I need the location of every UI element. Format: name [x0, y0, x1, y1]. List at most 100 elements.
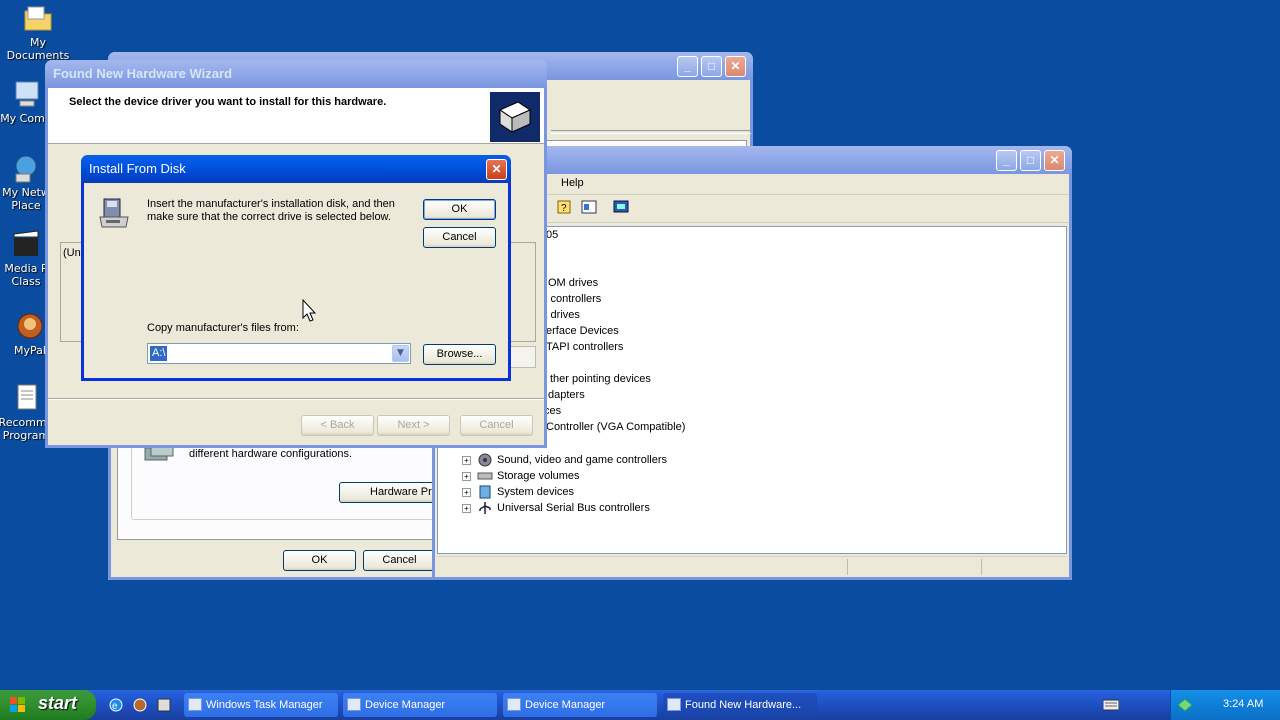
taskbar-button[interactable]: Device Manager: [343, 693, 497, 717]
install-from-disk-dialog: Install From Disk ✕ Insert the manufactu…: [81, 155, 511, 381]
menu-help[interactable]: Help: [561, 177, 584, 189]
path-input[interactable]: A:\: [150, 346, 168, 361]
cancel-button[interactable]: Cancel: [363, 550, 436, 571]
svg-text:e: e: [112, 701, 118, 712]
tree-item-partial[interactable]: k drives: [542, 309, 580, 325]
expand-icon[interactable]: +: [462, 471, 471, 481]
maximize-button[interactable]: □: [701, 56, 722, 77]
tree-item-usb[interactable]: + Universal Serial Bus controllers: [462, 501, 650, 517]
mouse-cursor-icon: [302, 298, 317, 323]
speaker-icon: [477, 453, 493, 467]
close-button[interactable]: ✕: [725, 56, 746, 77]
taskbar-button-label: Device Manager: [525, 699, 606, 711]
tree-item-partial[interactable]: OM drives: [548, 277, 598, 293]
task-manager-icon: [188, 698, 202, 711]
next-button[interactable]: Next >: [377, 415, 450, 436]
copy-from-combobox[interactable]: A:\ ▼: [147, 343, 411, 364]
taskbar: start e Windows Task Manager Device Mana…: [0, 690, 1280, 720]
computer-icon: [10, 78, 42, 110]
network-icon: [10, 152, 42, 184]
keyboard-icon[interactable]: [1102, 699, 1120, 711]
drive-icon: [477, 469, 493, 483]
desktop-icon-my-documents[interactable]: My Documents: [0, 2, 76, 62]
hardware-profiles-text: different hardware configurations.: [189, 448, 353, 460]
properties-toolbar-icon[interactable]: [581, 199, 597, 215]
quicklaunch-app-icon[interactable]: [132, 697, 148, 713]
close-button[interactable]: ✕: [1044, 150, 1065, 171]
network-tray-icon[interactable]: [1177, 697, 1193, 713]
tree-item-partial[interactable]: k controllers: [542, 293, 601, 309]
taskbar-button[interactable]: Device Manager: [503, 693, 657, 717]
wizard-footer-line: [48, 398, 544, 400]
taskbar-button-label: Device Manager: [365, 699, 446, 711]
tree-item-partial[interactable]: Controller (VGA Compatible): [546, 421, 685, 437]
status-divider: [847, 559, 848, 575]
taskbar-button[interactable]: Windows Task Manager: [184, 693, 338, 717]
minimize-button[interactable]: _: [996, 150, 1017, 171]
install-from-disk-titlebar[interactable]: Install From Disk ✕: [81, 155, 511, 183]
help-topic-icon[interactable]: ?: [557, 199, 573, 215]
expand-icon[interactable]: +: [462, 487, 471, 497]
system-tray: 3:24 AM: [1170, 690, 1280, 720]
usb-icon: [477, 501, 493, 515]
copy-from-label: Copy manufacturer's files from:: [147, 322, 299, 334]
back-button[interactable]: < Back: [301, 415, 374, 436]
windows-logo-icon: [10, 697, 26, 713]
taskbar-button-label: Windows Task Manager: [206, 699, 323, 711]
tree-item-label: Storage volumes: [497, 469, 580, 482]
clock[interactable]: 3:24 AM: [1223, 698, 1263, 710]
tree-item-label: System devices: [497, 485, 575, 498]
tree-item-label: Universal Serial Bus controllers: [497, 501, 650, 514]
folder-icon: [22, 2, 54, 34]
computer-icon: [477, 485, 493, 499]
tree-item-system-devices[interactable]: + System devices: [462, 485, 574, 501]
tree-item-partial[interactable]: TAPI controllers: [546, 341, 623, 357]
expand-icon[interactable]: +: [462, 503, 471, 513]
floppy-drive-icon: [98, 197, 132, 231]
wizard-header: Select the device driver you want to ins…: [48, 88, 544, 144]
browse-button[interactable]: Browse...: [423, 344, 496, 365]
tree-item-sound[interactable]: + Sound, video and game controllers: [462, 453, 667, 469]
tree-item-label: Sound, video and game controllers: [497, 453, 667, 466]
status-bar: [437, 556, 1067, 576]
quicklaunch-tool-icon[interactable]: [156, 697, 172, 713]
document-icon: [10, 382, 42, 414]
expand-icon[interactable]: +: [462, 455, 471, 465]
hardware-wizard-icon: [490, 92, 540, 142]
taskbar-button-label: Found New Hardware...: [685, 699, 802, 711]
desktop-icon-label: My Documents: [6, 36, 70, 62]
window-title: Found New Hardware Wizard: [53, 66, 233, 81]
mypal-icon: [14, 310, 46, 342]
close-button[interactable]: ✕: [486, 159, 507, 180]
window-title: Install From Disk: [89, 161, 186, 176]
device-manager-icon: [507, 698, 521, 711]
wizard-field-box: [510, 346, 536, 368]
wizard-icon: [667, 698, 681, 711]
scan-hardware-icon[interactable]: [613, 199, 629, 215]
taskbar-button[interactable]: Found New Hardware...: [663, 693, 817, 717]
clapperboard-icon: [10, 228, 42, 260]
hardware-profiles-button[interactable]: Hardware Pro: [339, 482, 439, 503]
ok-button[interactable]: OK: [283, 550, 356, 571]
tree-root-fragment[interactable]: 05: [546, 229, 558, 245]
cancel-button[interactable]: Cancel: [423, 227, 496, 248]
device-manager-icon: [347, 698, 361, 711]
tree-item-partial[interactable]: dapters: [548, 389, 585, 405]
wizard-cancel-button[interactable]: Cancel: [460, 415, 533, 436]
wizard-header-text: Select the device driver you want to ins…: [69, 96, 387, 108]
install-message: Insert the manufacturer's installation d…: [147, 198, 395, 223]
tree-item-partial[interactable]: ther pointing devices: [550, 373, 651, 389]
tree-item-storage-volumes[interactable]: + Storage volumes: [462, 469, 580, 485]
tree-item-partial[interactable]: erface Devices: [546, 325, 619, 341]
svg-text:?: ?: [561, 203, 567, 214]
wizard-titlebar[interactable]: Found New Hardware Wizard: [45, 60, 547, 88]
chevron-down-icon[interactable]: ▼: [392, 345, 409, 362]
minimize-button[interactable]: _: [677, 56, 698, 77]
status-divider: [981, 559, 982, 575]
ok-button[interactable]: OK: [423, 199, 496, 220]
start-button[interactable]: start: [0, 690, 96, 720]
maximize-button[interactable]: □: [1020, 150, 1041, 171]
tab-strip-line: [551, 130, 751, 134]
start-label: start: [38, 693, 78, 713]
quicklaunch-ie-icon[interactable]: e: [108, 697, 124, 713]
